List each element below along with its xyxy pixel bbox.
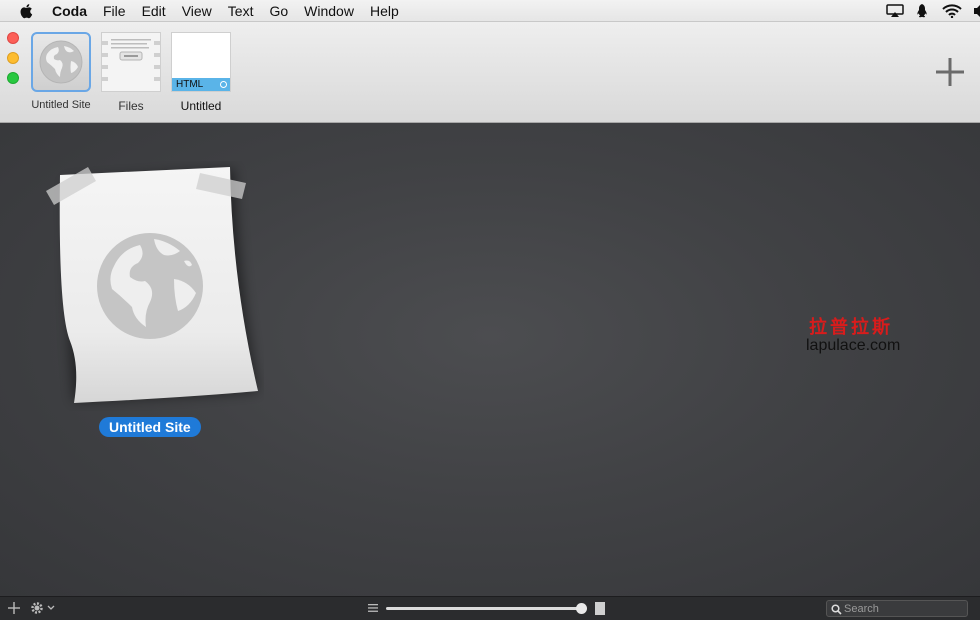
wifi-icon[interactable] — [942, 4, 962, 18]
tab-label-untitled-site: Untitled Site — [31, 99, 91, 111]
globe-icon — [97, 233, 203, 339]
menu-file[interactable]: File — [103, 0, 126, 22]
search-input[interactable] — [844, 602, 962, 615]
document-icon — [172, 33, 230, 78]
html-badge-dot-icon — [220, 81, 227, 88]
apple-icon[interactable] — [18, 2, 36, 20]
search-box[interactable] — [826, 600, 968, 617]
gear-icon[interactable] — [30, 601, 56, 615]
list-view-icon[interactable] — [368, 603, 378, 613]
thumbnail-size-slider-knob[interactable] — [576, 603, 587, 614]
volume-icon[interactable] — [974, 4, 980, 18]
bottom-bar — [0, 596, 980, 620]
menu-text[interactable]: Text — [228, 0, 254, 22]
menu-view[interactable]: View — [182, 0, 212, 22]
qq-icon[interactable] — [916, 3, 930, 19]
site-paper-icon — [46, 167, 258, 403]
menu-go[interactable]: Go — [269, 0, 288, 22]
thumbnail-size-slider[interactable] — [386, 607, 580, 610]
close-window-button[interactable] — [7, 32, 19, 44]
search-icon — [831, 604, 842, 615]
site-name-label[interactable]: Untitled Site — [99, 417, 201, 437]
menu-edit[interactable]: Edit — [142, 0, 166, 22]
menu-window[interactable]: Window — [304, 0, 354, 22]
plus-icon[interactable] — [934, 56, 966, 88]
large-thumbnail-icon[interactable] — [595, 602, 605, 615]
tab-untitled-html[interactable]: HTML — [171, 32, 231, 92]
menu-bar: Coda File Edit View Text Go Window Help — [0, 0, 980, 22]
site-card-untitled-site[interactable] — [44, 161, 264, 411]
sites-browser: Untitled Site 拉普拉斯 lapulace.com — [0, 123, 980, 596]
tab-untitled-site[interactable] — [31, 32, 91, 92]
menu-status-area — [886, 0, 980, 22]
tab-files[interactable] — [101, 32, 161, 92]
tab-label-files: Files — [118, 99, 144, 113]
tab-label-untitled: Untitled — [180, 99, 222, 113]
html-badge: HTML — [172, 78, 230, 91]
watermark-url: lapulace.com — [806, 337, 901, 354]
zoom-window-button[interactable] — [7, 72, 19, 84]
files-icon — [102, 33, 160, 91]
add-site-icon[interactable] — [8, 602, 20, 614]
airplay-icon[interactable] — [886, 4, 904, 18]
globe-icon — [39, 40, 83, 84]
minimize-window-button[interactable] — [7, 52, 19, 64]
tab-toolbar: Untitled Site Files HTML Untitled — [0, 22, 980, 123]
menu-help[interactable]: Help — [370, 0, 399, 22]
watermark-chinese: 拉普拉斯 — [809, 317, 893, 338]
html-badge-label: HTML — [176, 79, 204, 90]
app-menu-coda[interactable]: Coda — [52, 0, 87, 22]
